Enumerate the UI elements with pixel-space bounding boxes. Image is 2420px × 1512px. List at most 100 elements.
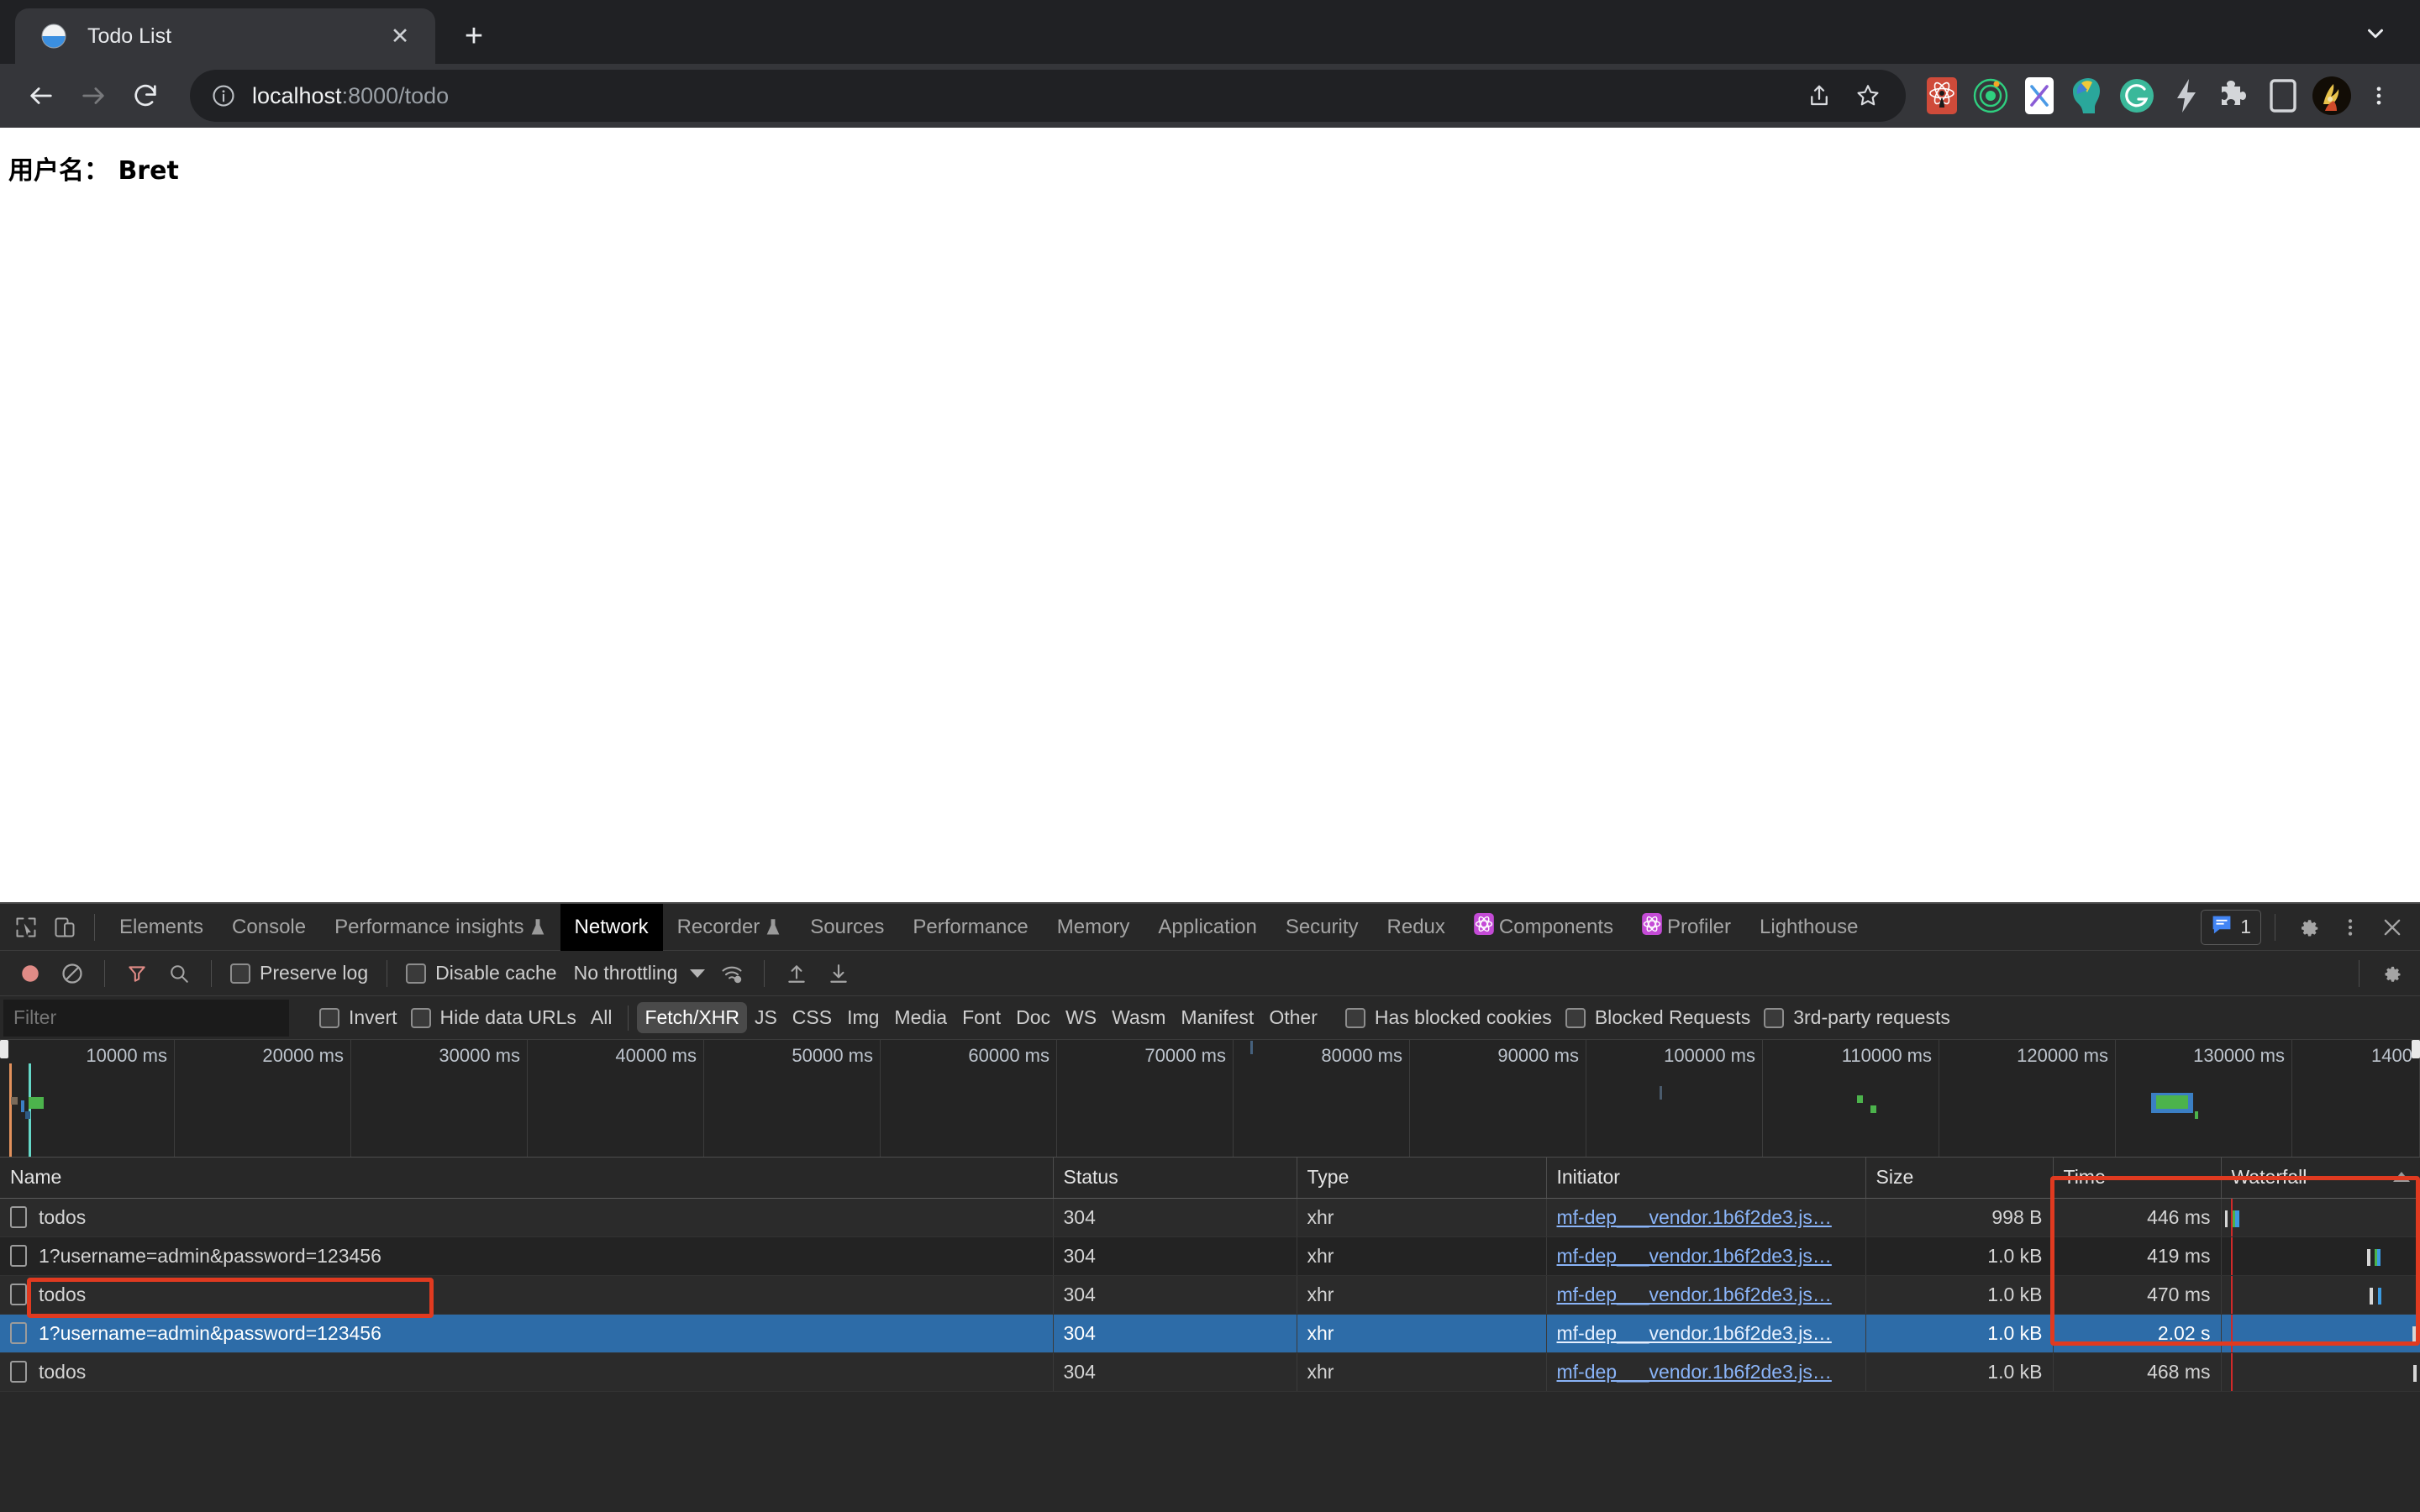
lightning-bolt-icon[interactable] [2163, 73, 2208, 118]
cell-name[interactable]: todos [0, 1352, 1053, 1391]
column-header-name[interactable]: Name [0, 1158, 1053, 1198]
filter-type-img[interactable]: Img [839, 1002, 886, 1033]
checkbox-box[interactable] [411, 1008, 431, 1028]
devtools-tab-performance-insights[interactable]: Performance insights [320, 904, 560, 951]
filter-type-wasm[interactable]: Wasm [1104, 1002, 1173, 1033]
devtools-tab-application[interactable]: Application [1144, 904, 1270, 951]
initiator-link[interactable]: mf-dep___vendor.1b6f2de3.js… [1557, 1284, 1832, 1305]
hide-data-urls-checkbox[interactable]: Hide data URLs [404, 1006, 583, 1029]
filter-input[interactable] [3, 1000, 289, 1037]
blocked-requests-checkbox[interactable]: Blocked Requests [1559, 1006, 1757, 1029]
issues-button[interactable]: 1 [2201, 910, 2261, 945]
initiator-link[interactable]: mf-dep___vendor.1b6f2de3.js… [1557, 1245, 1832, 1267]
back-button[interactable] [15, 70, 67, 122]
bookmark-star-icon[interactable] [1845, 73, 1891, 118]
filter-type-manifest[interactable]: Manifest [1173, 1002, 1261, 1033]
upload-arrow-icon[interactable] [776, 955, 817, 992]
overview-window-handle-left[interactable] [0, 1040, 8, 1058]
filter-type-media[interactable]: Media [886, 1002, 955, 1033]
column-header-size[interactable]: Size [1865, 1158, 2053, 1198]
address-bar[interactable]: localhost:8000/todo [190, 70, 1906, 122]
network-overview-timeline[interactable]: 10000 ms 20000 ms 30000 ms 40000 ms 5000… [0, 1040, 2420, 1158]
browser-menu-icon[interactable] [2356, 73, 2402, 118]
avatar[interactable] [2309, 73, 2354, 118]
table-row[interactable]: todos 304 xhr mf-dep___vendor.1b6f2de3.j… [0, 1275, 2420, 1314]
record-stop-icon[interactable] [10, 955, 50, 992]
devtools-tab-lighthouse[interactable]: Lighthouse [1745, 904, 1872, 951]
filter-type-all[interactable]: All [583, 1002, 620, 1033]
clear-no-entry-icon[interactable] [52, 955, 92, 992]
checkbox-box[interactable] [1345, 1008, 1365, 1028]
column-header-type[interactable]: Type [1297, 1158, 1546, 1198]
filter-type-font[interactable]: Font [955, 1002, 1008, 1033]
devtools-tab-recorder[interactable]: Recorder [663, 904, 797, 951]
close-icon[interactable] [2373, 908, 2412, 947]
table-row[interactable]: 1?username=admin&password=123456 304 xhr… [0, 1236, 2420, 1275]
table-row[interactable]: 1?username=admin&password=123456 304 xhr… [0, 1314, 2420, 1352]
teal-head-icon[interactable] [2065, 73, 2111, 118]
grammarly-icon[interactable] [2114, 73, 2160, 118]
initiator-link[interactable]: mf-dep___vendor.1b6f2de3.js… [1557, 1322, 1832, 1344]
inspect-element-icon[interactable] [7, 908, 45, 947]
cell-name[interactable]: todos [0, 1275, 1053, 1314]
invert-checkbox[interactable]: Invert [313, 1006, 404, 1029]
side-panel-icon[interactable] [2260, 73, 2306, 118]
x-app-icon[interactable] [2017, 73, 2062, 118]
cell-initiator[interactable]: mf-dep___vendor.1b6f2de3.js… [1546, 1275, 1865, 1314]
throttling-dropdown[interactable]: No throttling [566, 962, 710, 984]
info-circle-icon[interactable] [205, 77, 242, 114]
overview-window-handle-right[interactable] [2412, 1040, 2420, 1058]
column-header-waterfall[interactable]: Waterfall [2221, 1158, 2420, 1198]
react-devtools-icon[interactable] [1919, 73, 1965, 118]
initiator-link[interactable]: mf-dep___vendor.1b6f2de3.js… [1557, 1206, 1832, 1228]
cell-name[interactable]: todos [0, 1198, 1053, 1236]
search-icon[interactable] [159, 955, 199, 992]
kebab-menu-icon[interactable] [2331, 908, 2370, 947]
funnel-filter-icon[interactable] [117, 955, 157, 992]
initiator-link[interactable]: mf-dep___vendor.1b6f2de3.js… [1557, 1361, 1832, 1383]
third-party-requests-checkbox[interactable]: 3rd-party requests [1757, 1006, 1957, 1029]
devtools-tab-elements[interactable]: Elements [105, 904, 218, 951]
devtools-tab-components[interactable]: Components [1460, 904, 1628, 951]
preserve-log-checkbox[interactable]: Preserve log [224, 962, 375, 984]
devtools-tab-network[interactable]: Network [560, 904, 663, 951]
browser-tab[interactable]: Todo List ✕ [15, 8, 435, 64]
cell-initiator[interactable]: mf-dep___vendor.1b6f2de3.js… [1546, 1198, 1865, 1236]
devtools-tab-security[interactable]: Security [1271, 904, 1373, 951]
filter-type-css[interactable]: CSS [785, 1002, 839, 1033]
share-icon[interactable] [1797, 73, 1842, 118]
checkbox-box[interactable] [1764, 1008, 1784, 1028]
table-row[interactable]: todos 304 xhr mf-dep___vendor.1b6f2de3.j… [0, 1352, 2420, 1391]
has-blocked-cookies-checkbox[interactable]: Has blocked cookies [1339, 1006, 1559, 1029]
gear-icon[interactable] [2289, 908, 2328, 947]
column-header-status[interactable]: Status [1053, 1158, 1297, 1198]
filter-type-doc[interactable]: Doc [1008, 1002, 1058, 1033]
checkbox-box[interactable] [230, 963, 250, 984]
forward-button[interactable] [67, 70, 119, 122]
puzzle-extensions-icon[interactable] [2212, 73, 2257, 118]
checkbox-box[interactable] [406, 963, 426, 984]
target-rings-icon[interactable] [1968, 73, 2013, 118]
devtools-tab-performance[interactable]: Performance [898, 904, 1042, 951]
new-tab-button[interactable]: + [450, 13, 497, 60]
reload-button[interactable] [119, 70, 171, 122]
cell-initiator[interactable]: mf-dep___vendor.1b6f2de3.js… [1546, 1314, 1865, 1352]
checkbox-box[interactable] [319, 1008, 339, 1028]
cell-name[interactable]: 1?username=admin&password=123456 [0, 1314, 1053, 1352]
filter-type-js[interactable]: JS [747, 1002, 785, 1033]
column-header-initiator[interactable]: Initiator [1546, 1158, 1865, 1198]
cell-initiator[interactable]: mf-dep___vendor.1b6f2de3.js… [1546, 1352, 1865, 1391]
cell-initiator[interactable]: mf-dep___vendor.1b6f2de3.js… [1546, 1236, 1865, 1275]
gear-icon[interactable] [2371, 955, 2412, 992]
devtools-tab-sources[interactable]: Sources [796, 904, 898, 951]
device-toolbar-icon[interactable] [45, 908, 84, 947]
devtools-tab-profiler[interactable]: Profiler [1628, 904, 1745, 951]
disable-cache-checkbox[interactable]: Disable cache [399, 962, 563, 984]
table-row[interactable]: todos 304 xhr mf-dep___vendor.1b6f2de3.j… [0, 1198, 2420, 1236]
chevron-down-icon[interactable] [2363, 21, 2388, 50]
devtools-tab-memory[interactable]: Memory [1043, 904, 1144, 951]
filter-type-fetch-xhr[interactable]: Fetch/XHR [637, 1002, 746, 1033]
download-arrow-icon[interactable] [818, 955, 859, 992]
filter-type-ws[interactable]: WS [1058, 1002, 1104, 1033]
devtools-tab-console[interactable]: Console [218, 904, 320, 951]
